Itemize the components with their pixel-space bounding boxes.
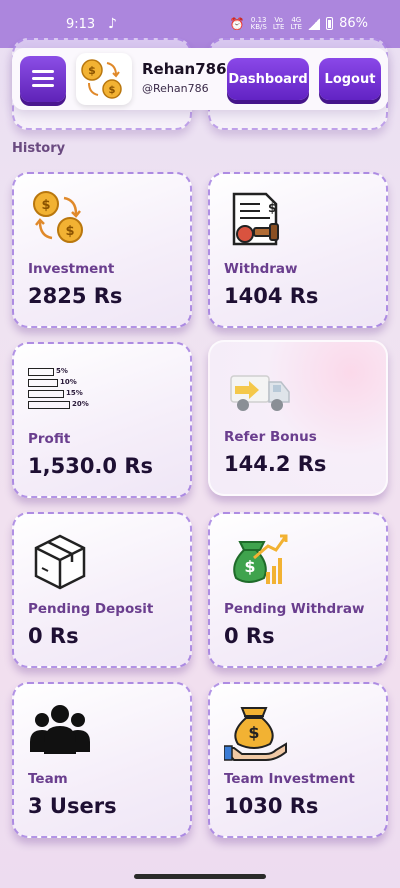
svg-text:$: $ [268,201,276,215]
svg-text:$: $ [88,64,96,77]
card-value: 2825 Rs [28,284,123,308]
money-bag-hand-icon: $ [224,707,287,761]
level-bar [28,401,70,409]
dashboard-button[interactable]: Dashboard [227,58,309,100]
svg-text:$: $ [41,198,50,213]
package-box-icon [34,534,86,590]
card-label: Profit [28,431,71,447]
top-header: $ $ Rehan786 @Rehan786 Dashboard Logout [12,48,388,110]
svg-text:$: $ [109,85,116,96]
svg-text:$: $ [65,224,74,239]
battery-percent: 86% [339,16,368,31]
level-label: 10% [60,378,77,386]
tiktok-icon: ♪ [108,16,117,32]
card-label: Refer Bonus [224,429,317,445]
gesture-bar[interactable] [134,874,266,879]
card-value: 3 Users [28,794,117,818]
percentage-bars-icon: 5% 10% 15% 20% [28,358,98,422]
network-type-indicator: 4G LTE [290,16,303,31]
card-value: 0 Rs [224,624,275,648]
card-label: Withdraw [224,261,298,277]
money-bag-growth-icon: $ [233,534,288,584]
menu-line-icon [32,84,54,87]
delivery-truck-icon [230,375,290,411]
level-bar [28,368,54,376]
net-speed: 0.13 KB/S [250,16,267,31]
coins-avatar-icon: $ $ [81,59,122,99]
volte-indicator: Vo LTE [272,16,285,31]
card-label: Pending Deposit [28,601,154,617]
logout-button[interactable]: Logout [319,58,381,100]
username: Rehan786 [142,60,227,78]
svg-text:$: $ [244,557,255,576]
card-label: Team [28,771,68,787]
menu-line-icon [32,70,54,73]
investment-card[interactable]: $ $ Investment 2825 Rs [12,172,192,328]
net-speed-unit: KB/S [250,22,267,31]
level-label: 15% [66,389,83,397]
volte-bottom: LTE [272,22,285,31]
team-card[interactable]: Team 3 Users [12,682,192,838]
team-investment-card[interactable]: $ Team Investment 1030 Rs [208,682,388,838]
section-title: History [12,141,66,156]
svg-text:$: $ [248,723,259,742]
pending-withdraw-card[interactable]: $ Pending Withdraw 0 Rs [208,512,388,668]
contract-stamp-icon: $ [232,192,279,246]
refer-bonus-card[interactable]: Refer Bonus 144.2 Rs [208,340,388,496]
level-label: 5% [56,367,68,375]
status-time: 9:13 [66,17,96,32]
card-value: 1404 Rs [224,284,319,308]
alarm-icon: ⏰ [229,16,245,31]
card-value: 1,530.0 Rs [28,454,153,478]
profit-card[interactable]: 5% 10% 15% 20% Profit 1,530.0 Rs [12,342,192,498]
signal-icon [308,17,321,30]
level-label: 20% [72,400,89,408]
card-value: 144.2 Rs [224,452,327,476]
card-value: 1030 Rs [224,794,319,818]
card-label: Team Investment [224,771,355,787]
level-bar [28,390,64,398]
card-value: 0 Rs [28,624,79,648]
menu-button[interactable] [20,56,66,102]
level-bar [28,379,58,387]
battery-icon [326,17,334,30]
card-label: Pending Withdraw [224,601,365,617]
menu-line-icon [32,77,54,80]
pending-deposit-card[interactable]: Pending Deposit 0 Rs [12,512,192,668]
user-handle: @Rehan786 [142,82,209,95]
withdraw-card[interactable]: $ Withdraw 1404 Rs [208,172,388,328]
status-indicators: ⏰ 0.13 KB/S Vo LTE 4G LTE 86% [230,16,368,31]
team-people-icon [30,705,90,754]
net-type-bottom: LTE [290,22,303,31]
avatar[interactable]: $ $ [76,53,132,105]
card-label: Investment [28,261,115,277]
coins-exchange-icon: $ $ [33,191,83,243]
